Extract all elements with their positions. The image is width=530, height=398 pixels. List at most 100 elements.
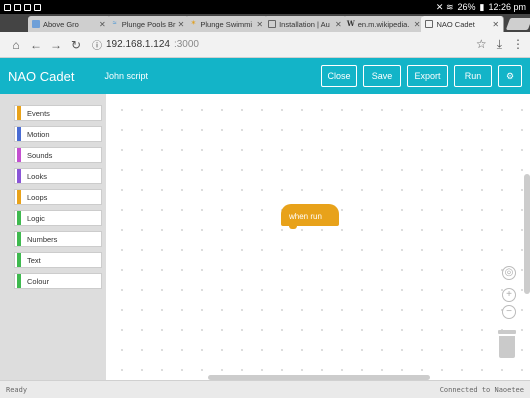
category-swatch	[17, 190, 21, 204]
battery-icon: ▮	[479, 1, 485, 12]
tab-title: Plunge Pools Br	[121, 19, 176, 29]
run-button[interactable]: Run	[454, 65, 492, 87]
block-toolbox: Events Motion Sounds Looks Loops Logic N…	[0, 94, 106, 380]
category-events[interactable]: Events	[14, 105, 102, 121]
category-colour[interactable]: Colour	[14, 273, 102, 289]
category-label: Looks	[27, 171, 48, 181]
header-actions: Close Save Export Run ⚙	[321, 65, 522, 87]
script-name[interactable]: John script	[104, 71, 148, 81]
reload-icon[interactable]: ↻	[66, 38, 86, 52]
browser-tab[interactable]: Installation | Au ✕	[264, 16, 347, 32]
vertical-scrollbar[interactable]	[524, 174, 530, 294]
bookmark-star-icon[interactable]: ☆	[476, 37, 487, 52]
url-host: 192.168.1.124	[106, 39, 170, 50]
category-label: Numbers	[27, 234, 58, 244]
forward-icon[interactable]: →	[46, 38, 66, 52]
category-motion[interactable]: Motion	[14, 126, 102, 142]
url-bar[interactable]: ⓘ 192.168.1.124:3000	[92, 37, 199, 52]
browser-actions: ☆ ⤓ ⋮	[476, 37, 524, 52]
wikipedia-icon: W	[346, 19, 355, 28]
tab-title: NAO Cadet	[436, 19, 475, 29]
zoom-in-icon[interactable]: +	[502, 288, 516, 302]
status-text: Ready	[6, 385, 28, 394]
tab-title: Plunge Swimmi	[200, 19, 253, 29]
recenter-icon[interactable]: ◎	[502, 266, 516, 280]
block-label: when run	[289, 212, 322, 221]
home-icon[interactable]: ⌂	[6, 38, 26, 52]
browser-tab-active[interactable]: NAO Cadet ✕	[421, 16, 505, 32]
app-title: NAO Cadet	[8, 68, 75, 84]
close-tab-icon[interactable]: ✕	[256, 20, 263, 29]
notification-icons	[4, 3, 41, 11]
close-tab-icon[interactable]: ✕	[335, 20, 342, 29]
system-status: ✕ ≋ 26% ▮ 12:26 pm	[436, 2, 526, 13]
browser-tab[interactable]: Above Gro ✕	[28, 16, 111, 32]
close-tab-icon[interactable]: ✕	[178, 20, 185, 29]
back-icon[interactable]: ←	[26, 38, 46, 52]
save-button[interactable]: Save	[363, 65, 401, 87]
picture-icon	[32, 20, 40, 28]
category-label: Text	[27, 255, 41, 265]
category-loops[interactable]: Loops	[14, 189, 102, 205]
new-tab-button[interactable]	[505, 18, 530, 30]
notification-icon	[24, 3, 31, 11]
app-header: NAO Cadet John script Close Save Export …	[0, 58, 530, 94]
browser-toolbar: ⌂ ← → ↻ ⓘ 192.168.1.124:3000 ☆ ⤓ ⋮	[0, 32, 530, 58]
pool-icon: ≈	[112, 20, 117, 27]
category-swatch	[17, 148, 21, 162]
zoom-out-icon[interactable]: −	[502, 305, 516, 319]
export-button[interactable]: Export	[407, 65, 448, 87]
browser-tab-strip: Above Gro ✕ ≈ Plunge Pools Br ✕ ✶ Plunge…	[0, 14, 530, 32]
screen: ✕ ≋ 26% ▮ 12:26 pm Above Gro ✕ ≈ Plunge …	[0, 0, 530, 398]
when-run-block[interactable]: when run	[281, 204, 339, 229]
star-icon: ✶	[190, 20, 197, 27]
settings-button[interactable]: ⚙	[498, 65, 522, 87]
notification-icon	[14, 3, 21, 11]
trash-icon[interactable]	[498, 330, 516, 358]
gears-icon: ⚙	[505, 70, 515, 81]
page-icon	[425, 20, 434, 28]
notification-icon	[34, 3, 41, 11]
close-tab-icon[interactable]: ✕	[414, 20, 421, 29]
connection-status: Connected to Naoetee	[439, 385, 524, 394]
battery-level: 26%	[457, 2, 476, 12]
category-looks[interactable]: Looks	[14, 168, 102, 184]
close-tab-icon[interactable]: ✕	[99, 20, 106, 29]
info-icon[interactable]: ⓘ	[92, 37, 102, 52]
category-label: Sounds	[27, 150, 53, 160]
browser-tab[interactable]: ✶ Plunge Swimmi ✕	[185, 16, 269, 32]
category-text[interactable]: Text	[14, 252, 102, 268]
category-swatch	[17, 211, 21, 225]
browser-tab[interactable]: ≈ Plunge Pools Br ✕	[106, 16, 190, 32]
tab-title: Above Gro	[43, 19, 79, 29]
wifi-icon: ✕ ≋	[435, 1, 454, 12]
url-port: :3000	[173, 39, 199, 50]
block-workspace[interactable]: when run ◎ + −	[106, 94, 530, 380]
clock: 12:26 pm	[488, 2, 526, 12]
category-label: Events	[27, 108, 50, 118]
category-logic[interactable]: Logic	[14, 210, 102, 226]
category-swatch	[17, 274, 21, 288]
download-icon[interactable]: ⤓	[497, 37, 502, 52]
category-label: Logic	[27, 213, 45, 223]
page-icon	[268, 20, 277, 28]
category-swatch	[17, 253, 21, 267]
notification-icon	[4, 3, 11, 11]
close-button[interactable]: Close	[321, 65, 357, 87]
category-swatch	[17, 169, 21, 183]
tab-title: en.m.wikipedia.	[357, 19, 410, 29]
close-tab-icon[interactable]: ✕	[492, 20, 499, 29]
menu-icon[interactable]: ⋮	[512, 37, 524, 52]
category-sounds[interactable]: Sounds	[14, 147, 102, 163]
category-numbers[interactable]: Numbers	[14, 231, 102, 247]
category-label: Loops	[27, 192, 48, 202]
app-status-bar: Ready Connected to Naoetee	[0, 380, 530, 398]
category-label: Colour	[27, 276, 50, 286]
device-status-bar: ✕ ≋ 26% ▮ 12:26 pm	[0, 0, 530, 14]
tab-title: Installation | Au	[279, 19, 330, 29]
category-swatch	[17, 232, 21, 246]
category-label: Motion	[27, 129, 50, 139]
category-swatch	[17, 106, 21, 120]
browser-tab[interactable]: W en.m.wikipedia. ✕	[342, 16, 426, 32]
category-swatch	[17, 127, 21, 141]
